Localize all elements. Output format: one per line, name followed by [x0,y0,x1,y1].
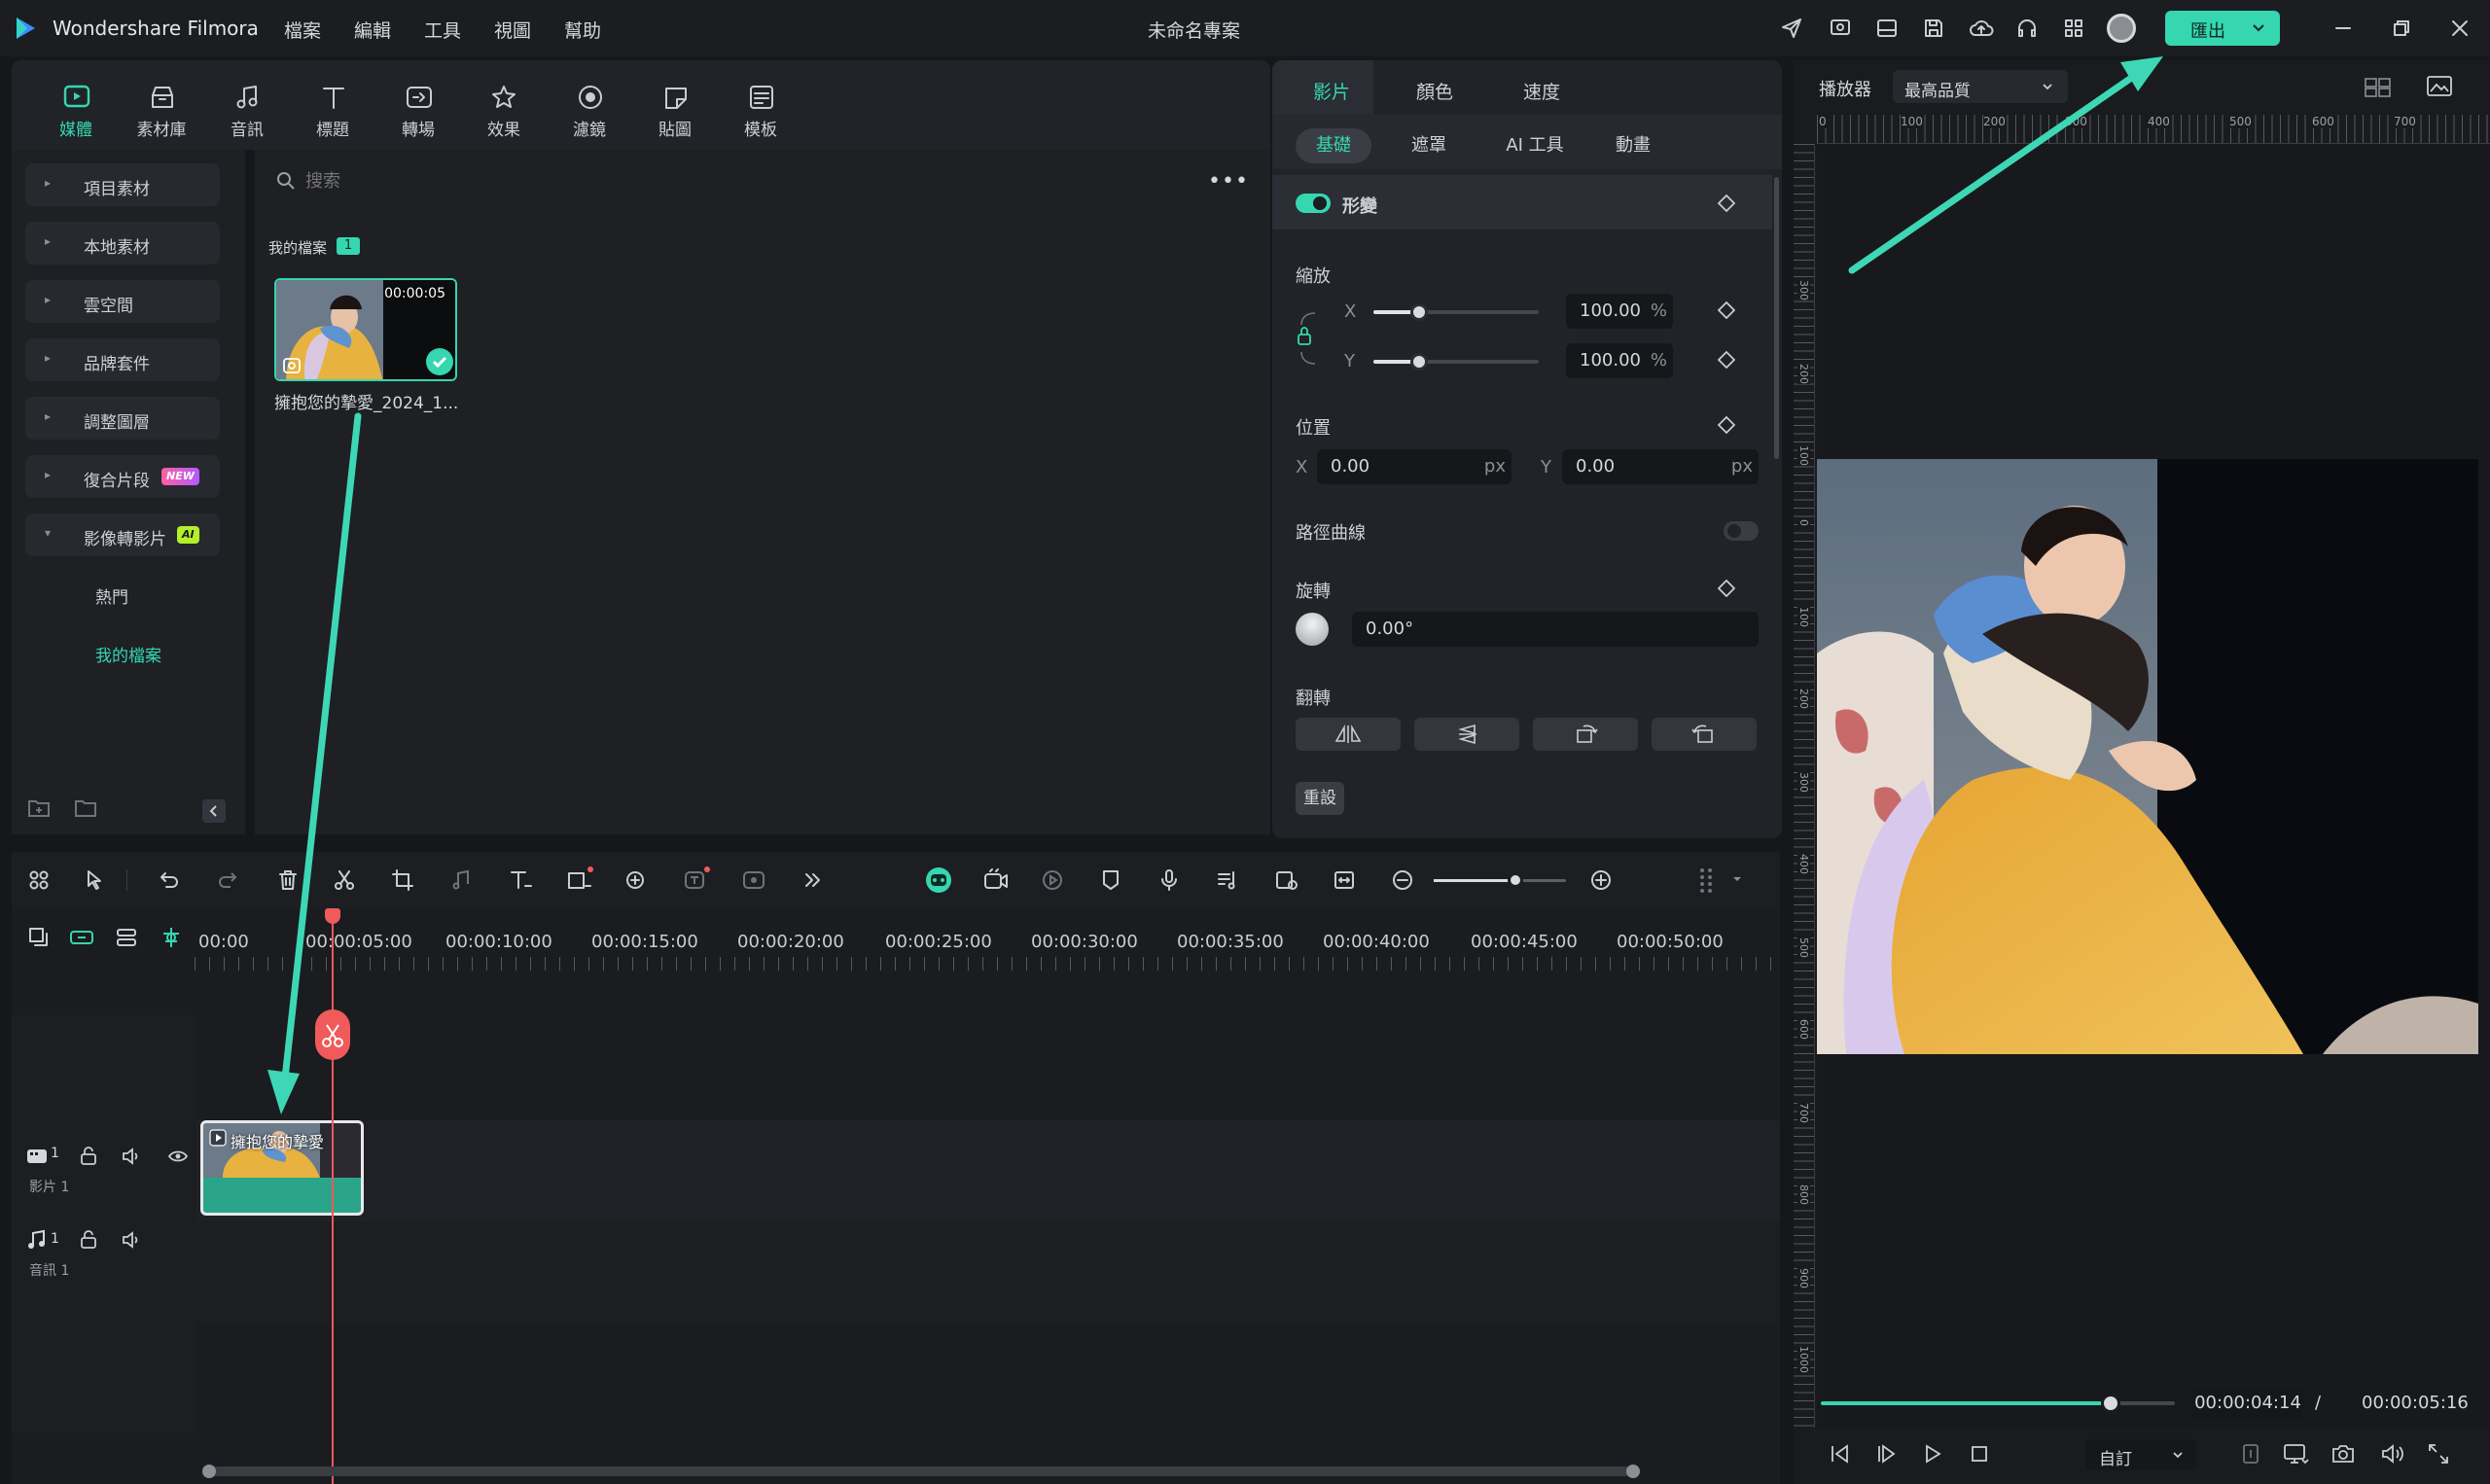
annotation-arrow-export [1848,56,2163,274]
annotation-arrows [267,56,2163,1114]
annotation-arrow-drag [267,412,362,1114]
